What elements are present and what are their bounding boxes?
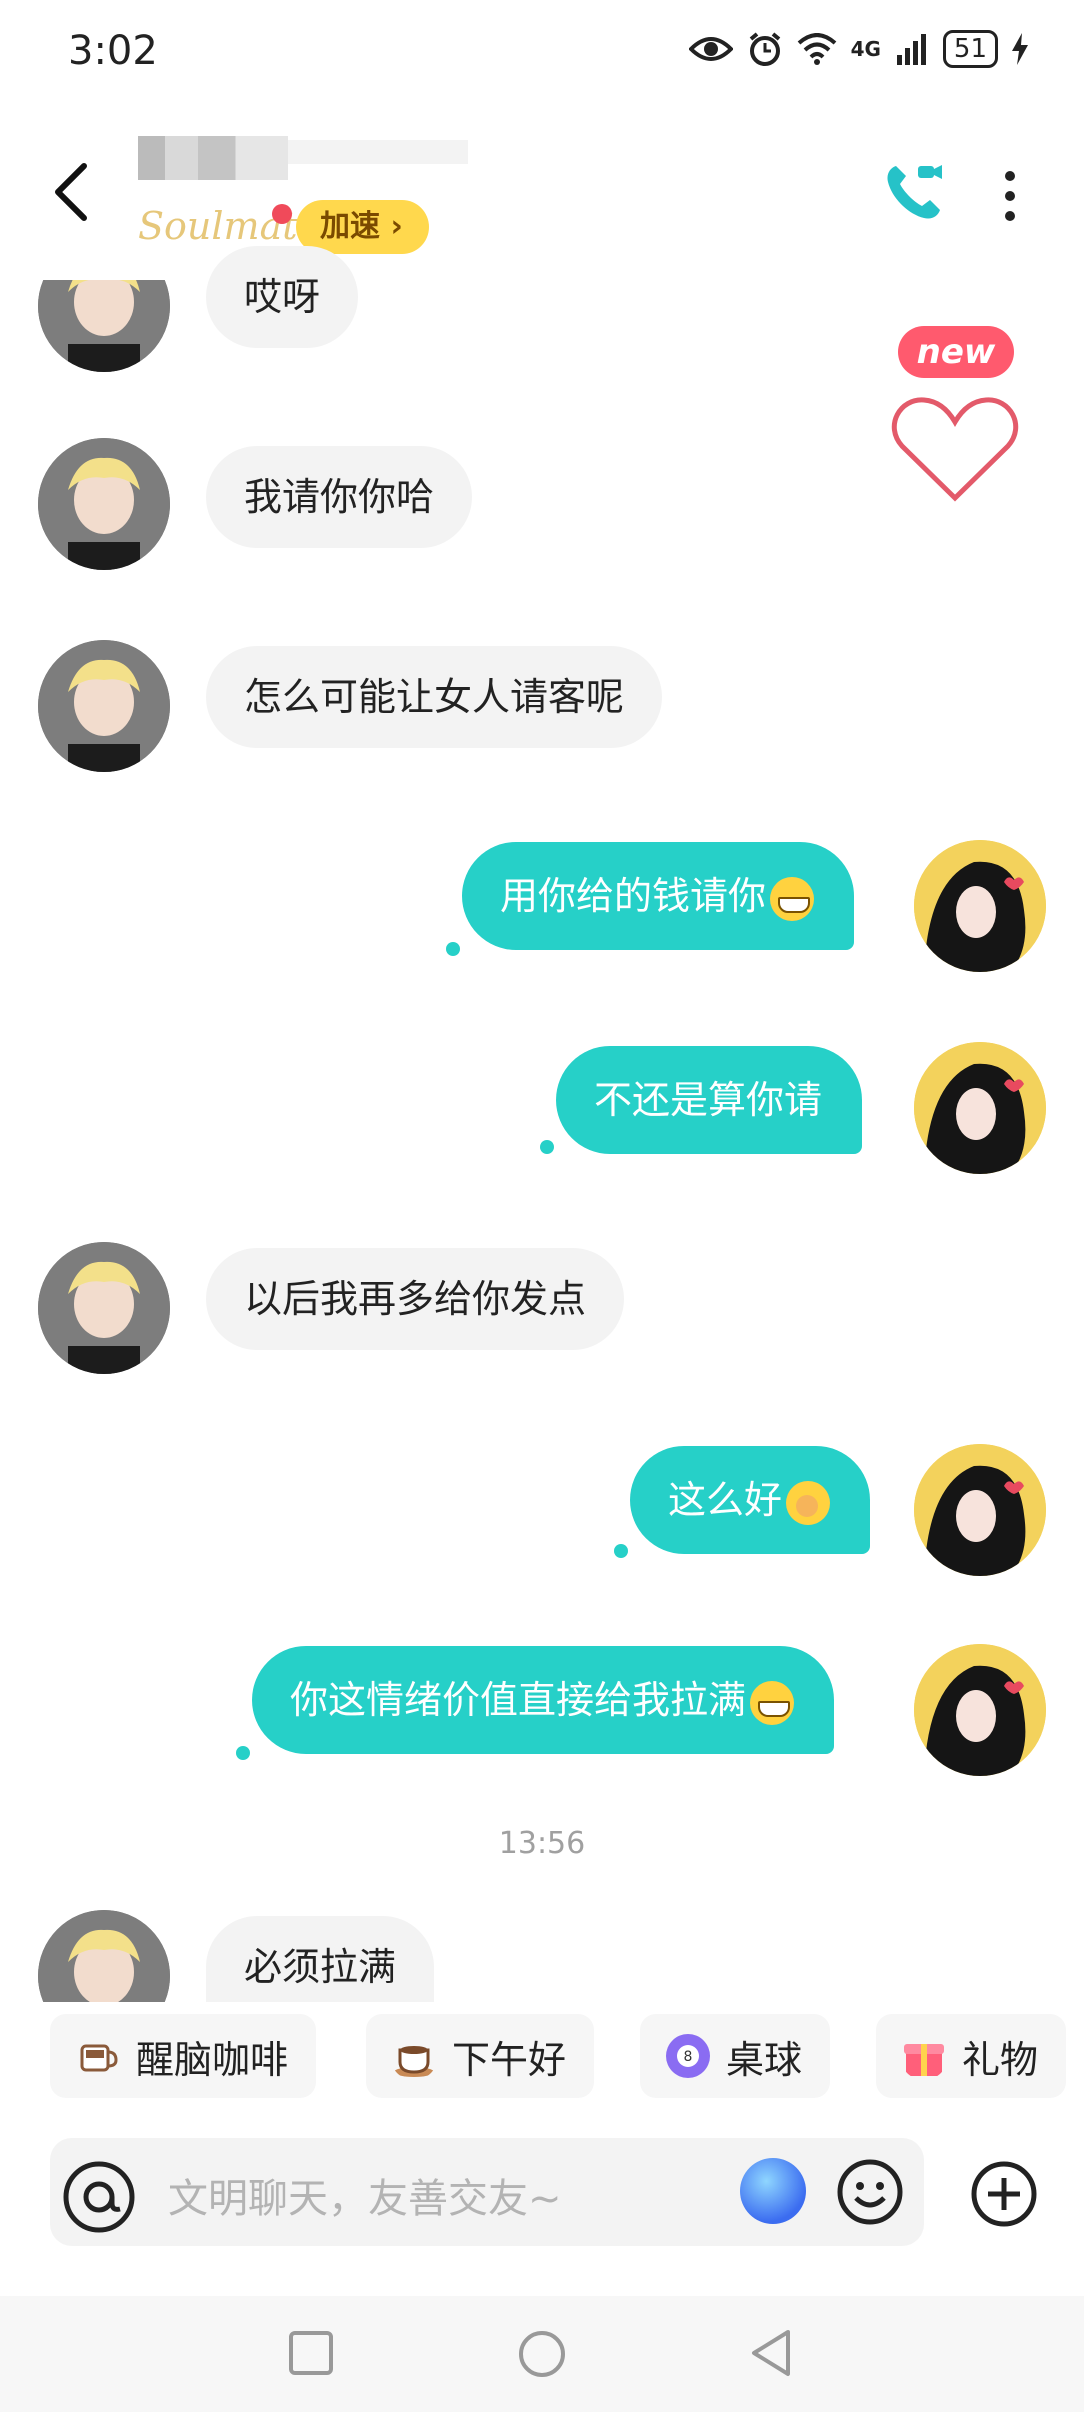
quick-chip-label: 醒脑咖啡 — [136, 2037, 289, 2082]
notification-dot — [272, 204, 292, 224]
grin-emoji-icon — [770, 876, 815, 921]
back-nav-icon[interactable] — [748, 2328, 794, 2378]
contact-avatar[interactable] — [38, 640, 170, 772]
status-time: 3:02 — [68, 28, 158, 74]
my-avatar[interactable] — [914, 840, 1046, 972]
contact-avatar[interactable] — [38, 1242, 170, 1374]
quick-chip-label: 礼物 — [962, 2037, 1039, 2082]
status-icons: 4G 51 — [688, 30, 1028, 68]
billiard-ball-icon: 8 — [666, 2034, 710, 2078]
message-text: 用你给的钱请你 — [500, 874, 767, 918]
coffee-icon — [80, 2044, 118, 2072]
my-avatar[interactable] — [914, 1042, 1046, 1174]
battery-level: 51 — [942, 30, 998, 68]
message-text: 你这情绪价值直接给我拉满 — [290, 1678, 747, 1722]
soulmate-badge: Soulmate — [138, 204, 320, 248]
eye-icon — [688, 37, 733, 61]
message-bubble-incoming: 我请你你哈 — [206, 446, 473, 548]
message-bubble-incoming: 以后我再多给你发点 — [206, 1248, 625, 1350]
home-icon[interactable] — [518, 2330, 566, 2378]
message-bubble-outgoing: 不还是算你请 — [556, 1046, 863, 1154]
contact-name-obscured — [138, 136, 288, 180]
quick-chip-label: 下午好 — [452, 2037, 567, 2082]
message-bubble-outgoing: 你这情绪价值直接给我拉满 — [252, 1646, 835, 1754]
message-bubble-outgoing: 这么好 — [630, 1446, 871, 1554]
wifi-icon — [797, 33, 836, 65]
message-text: 这么好 — [668, 1478, 783, 1522]
signal-icon — [896, 34, 926, 65]
svg-text:8: 8 — [684, 2049, 693, 2065]
bubble-tail-dot — [446, 942, 460, 956]
call-icon[interactable] — [882, 160, 946, 224]
tea-cup-icon — [394, 2046, 434, 2077]
ai-assistant-icon[interactable] — [740, 2158, 806, 2224]
bubble-tail-dot — [540, 1140, 554, 1154]
alarm-icon — [749, 32, 780, 66]
quick-chip-afternoon[interactable]: 下午好 — [366, 2014, 595, 2098]
message-bubble-incoming: 哎呀 — [206, 246, 359, 348]
network-type-label: 4G — [850, 37, 881, 61]
grin-emoji-icon — [750, 1680, 795, 1725]
message-bubble-outgoing: 用你给的钱请你 — [462, 842, 855, 950]
quick-chip-label: 桌球 — [726, 2037, 803, 2082]
bubble-tail-dot — [236, 1746, 250, 1760]
message-bubble-incoming: 必须拉满 — [206, 1916, 435, 2002]
hand-over-mouth-emoji-icon — [786, 1480, 831, 1525]
new-badge[interactable]: new — [898, 326, 1014, 378]
gift-icon — [904, 2044, 944, 2076]
back-icon[interactable] — [48, 160, 96, 224]
more-options-icon[interactable] — [998, 166, 1022, 226]
quick-chip-gift[interactable]: 礼物 — [876, 2014, 1067, 2098]
message-timestamp: 13:56 — [498, 1826, 586, 1861]
charging-icon — [1012, 33, 1028, 65]
contact-avatar[interactable] — [38, 438, 170, 570]
contact-avatar[interactable] — [38, 280, 170, 372]
recent-apps-icon[interactable] — [288, 2330, 334, 2376]
my-avatar[interactable] — [914, 1444, 1046, 1576]
mention-icon[interactable] — [62, 2160, 136, 2234]
quick-chip-coffee[interactable]: 醒脑咖啡 — [50, 2014, 317, 2098]
bubble-tail-dot — [614, 1544, 628, 1558]
contact-name-obscured-tail — [288, 140, 468, 164]
emoji-icon[interactable] — [836, 2158, 904, 2226]
quick-chip-billiards[interactable]: 8 桌球 — [640, 2014, 831, 2098]
message-bubble-incoming: 怎么可能让女人请客呢 — [206, 646, 663, 748]
my-avatar[interactable] — [914, 1644, 1046, 1776]
message-input[interactable]: 文明聊天，友善交友~ — [168, 2166, 562, 2224]
heart-icon[interactable] — [890, 394, 1020, 506]
plus-icon[interactable] — [970, 2160, 1038, 2228]
